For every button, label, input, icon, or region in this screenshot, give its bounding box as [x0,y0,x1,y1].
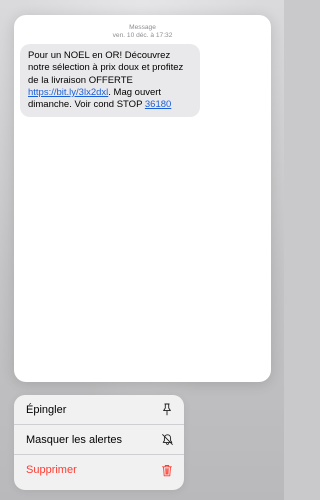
message-timestamp: ven. 10 déc. à 17:32 [112,32,173,39]
pin-menu-item[interactable]: Épingler [14,395,184,425]
bell-slash-icon [160,433,174,447]
delete-menu-item[interactable]: Supprimer [14,455,184,485]
message-preview-card: Message ven. 10 déc. à 17:32 Pour un NOE… [14,15,271,382]
message-bubble: Pour un NOEL en OR! Découvrez notre séle… [20,44,200,118]
message-link[interactable]: https://bit.ly/3lx2dxl [28,87,108,98]
message-sender-label: Message [129,24,156,31]
trash-icon [160,463,174,477]
delete-label: Supprimer [26,464,77,476]
mute-alerts-label: Masquer les alertes [26,433,122,446]
mute-alerts-menu-item[interactable]: Masquer les alertes [14,425,184,455]
context-menu: Épingler Masquer les alertes Supprimer [14,395,184,490]
pin-icon [160,403,174,417]
pin-label: Épingler [26,403,67,416]
message-header: Message ven. 10 déc. à 17:32 [14,15,271,40]
message-text-part-1: Pour un NOEL en OR! Découvrez notre séle… [28,50,184,86]
stop-number-link[interactable]: 36180 [145,99,171,110]
